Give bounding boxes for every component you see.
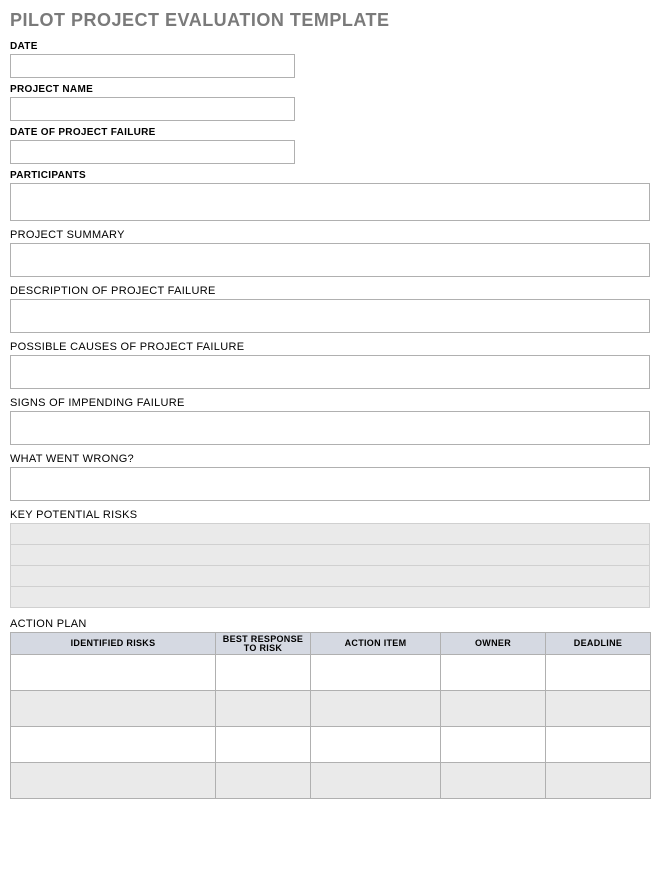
- action-plan-row: [11, 655, 651, 691]
- risk-row[interactable]: [11, 566, 650, 587]
- cell-action-item[interactable]: [311, 655, 441, 691]
- project-name-group: PROJECT NAME: [10, 84, 655, 121]
- project-name-label: PROJECT NAME: [10, 84, 655, 95]
- cell-deadline[interactable]: [546, 763, 651, 799]
- action-plan-label: ACTION PLAN: [10, 618, 655, 630]
- cell-best-response[interactable]: [216, 763, 311, 799]
- header-action-item: ACTION ITEM: [311, 633, 441, 655]
- date-of-failure-group: DATE OF PROJECT FAILURE: [10, 127, 655, 164]
- project-summary-group: PROJECT SUMMARY: [10, 229, 655, 277]
- possible-causes-input[interactable]: [10, 355, 650, 389]
- action-plan-row: [11, 727, 651, 763]
- description-failure-label: DESCRIPTION OF PROJECT FAILURE: [10, 285, 655, 297]
- cell-deadline[interactable]: [546, 655, 651, 691]
- page-title: PILOT PROJECT EVALUATION TEMPLATE: [10, 10, 655, 31]
- key-potential-risks-label: KEY POTENTIAL RISKS: [10, 509, 655, 521]
- action-plan-table: IDENTIFIED RISKS BEST RESPONSE TO RISK A…: [10, 632, 651, 799]
- cell-deadline[interactable]: [546, 691, 651, 727]
- cell-deadline[interactable]: [546, 727, 651, 763]
- date-label: DATE: [10, 41, 655, 52]
- participants-group: PARTICIPANTS: [10, 170, 655, 221]
- cell-owner[interactable]: [441, 763, 546, 799]
- possible-causes-label: POSSIBLE CAUSES OF PROJECT FAILURE: [10, 341, 655, 353]
- description-failure-group: DESCRIPTION OF PROJECT FAILURE: [10, 285, 655, 333]
- header-identified-risks: IDENTIFIED RISKS: [11, 633, 216, 655]
- description-failure-input[interactable]: [10, 299, 650, 333]
- project-summary-label: PROJECT SUMMARY: [10, 229, 655, 241]
- project-name-input[interactable]: [10, 97, 295, 121]
- cell-action-item[interactable]: [311, 763, 441, 799]
- action-plan-row: [11, 763, 651, 799]
- what-went-wrong-input[interactable]: [10, 467, 650, 501]
- date-group: DATE: [10, 41, 655, 78]
- cell-identified-risks[interactable]: [11, 691, 216, 727]
- risk-row[interactable]: [11, 524, 650, 545]
- cell-action-item[interactable]: [311, 727, 441, 763]
- action-plan-group: ACTION PLAN IDENTIFIED RISKS BEST RESPON…: [10, 618, 655, 799]
- project-summary-input[interactable]: [10, 243, 650, 277]
- cell-owner[interactable]: [441, 691, 546, 727]
- cell-best-response[interactable]: [216, 691, 311, 727]
- cell-owner[interactable]: [441, 727, 546, 763]
- date-of-failure-input[interactable]: [10, 140, 295, 164]
- action-plan-header-row: IDENTIFIED RISKS BEST RESPONSE TO RISK A…: [11, 633, 651, 655]
- risk-row[interactable]: [11, 587, 650, 608]
- header-owner: OWNER: [441, 633, 546, 655]
- signs-impending-input[interactable]: [10, 411, 650, 445]
- key-potential-risks-group: KEY POTENTIAL RISKS: [10, 509, 655, 608]
- date-of-failure-label: DATE OF PROJECT FAILURE: [10, 127, 655, 138]
- date-input[interactable]: [10, 54, 295, 78]
- participants-label: PARTICIPANTS: [10, 170, 655, 181]
- cell-best-response[interactable]: [216, 655, 311, 691]
- what-went-wrong-label: WHAT WENT WRONG?: [10, 453, 655, 465]
- action-plan-row: [11, 691, 651, 727]
- possible-causes-group: POSSIBLE CAUSES OF PROJECT FAILURE: [10, 341, 655, 389]
- cell-best-response[interactable]: [216, 727, 311, 763]
- cell-identified-risks[interactable]: [11, 763, 216, 799]
- risk-row[interactable]: [11, 545, 650, 566]
- participants-input[interactable]: [10, 183, 650, 221]
- cell-owner[interactable]: [441, 655, 546, 691]
- signs-impending-group: SIGNS OF IMPENDING FAILURE: [10, 397, 655, 445]
- cell-action-item[interactable]: [311, 691, 441, 727]
- signs-impending-label: SIGNS OF IMPENDING FAILURE: [10, 397, 655, 409]
- key-potential-risks-table: [10, 523, 650, 608]
- cell-identified-risks[interactable]: [11, 727, 216, 763]
- what-went-wrong-group: WHAT WENT WRONG?: [10, 453, 655, 501]
- header-best-response: BEST RESPONSE TO RISK: [216, 633, 311, 655]
- cell-identified-risks[interactable]: [11, 655, 216, 691]
- header-deadline: DEADLINE: [546, 633, 651, 655]
